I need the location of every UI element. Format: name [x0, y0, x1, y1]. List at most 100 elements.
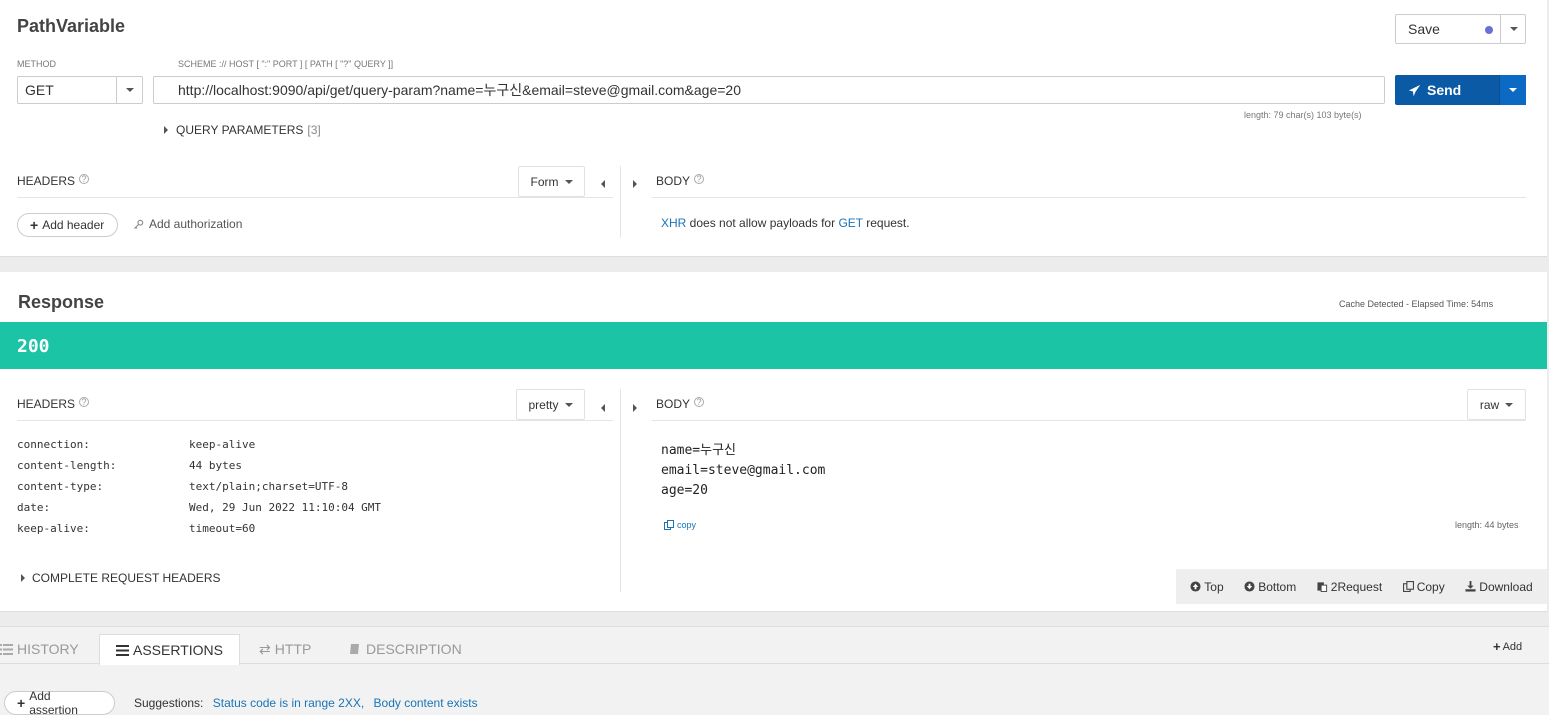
complete-headers-toggle[interactable]: COMPLETE REQUEST HEADERS	[21, 571, 220, 585]
chevron-right-icon	[633, 404, 637, 412]
get-link[interactable]: GET	[838, 216, 862, 230]
copy-response-button[interactable]: Copy	[1402, 580, 1445, 594]
tab-history[interactable]: HISTORY	[0, 634, 79, 664]
cache-info: Cache Detected - Elapsed Time: 54ms	[1339, 299, 1494, 309]
collapse-left-toggle[interactable]	[601, 400, 605, 415]
copy-icon	[1402, 581, 1414, 592]
tab-assertions-label: ASSERTIONS	[133, 642, 223, 658]
scroll-top-button[interactable]: Top	[1190, 579, 1224, 594]
header-key: content-length:	[17, 459, 117, 472]
response-headers-heading: HEADERS?	[17, 397, 90, 411]
collapse-right-toggle[interactable]	[633, 176, 637, 191]
help-icon[interactable]: ?	[694, 174, 705, 184]
response-body-heading: BODY?	[656, 397, 705, 411]
tab-http-label: HTTP	[274, 641, 312, 657]
divider	[652, 420, 1526, 421]
method-value: GET	[25, 82, 54, 98]
response-headers-list: connection: keep-alive content-length: 44 …	[17, 438, 381, 543]
add-authorization-link[interactable]: Add authorization	[133, 217, 242, 231]
body-label: BODY	[656, 397, 691, 411]
body-length-info: length: 44 bytes	[1455, 520, 1519, 530]
method-dropdown-toggle[interactable]	[116, 77, 143, 103]
header-key: date:	[17, 501, 51, 514]
download-button[interactable]: Download	[1465, 580, 1533, 594]
help-icon[interactable]: ?	[694, 397, 705, 407]
method-select[interactable]: GET	[17, 76, 143, 104]
url-format-hint: SCHEME :// HOST [ ":" PORT ] [ PATH [ "?…	[178, 59, 394, 69]
tab-history-label: HISTORY	[17, 641, 79, 657]
headers-format-select[interactable]: pretty	[516, 389, 585, 420]
help-icon[interactable]: ?	[79, 397, 90, 407]
help-icon[interactable]: ?	[79, 174, 90, 184]
divider	[17, 420, 613, 421]
complete-headers-label: COMPLETE REQUEST HEADERS	[32, 571, 221, 585]
header-value: 44 bytes	[189, 459, 242, 472]
suggestion-body-exists[interactable]: Body content exists	[374, 696, 478, 710]
body-label: BODY	[656, 174, 691, 188]
response-title: Response	[18, 292, 105, 312]
chevron-down-icon	[126, 88, 134, 92]
collapse-right-toggle[interactable]	[633, 400, 637, 415]
query-params-label: QUERY PARAMETERS	[176, 123, 304, 137]
headers-label: HEADERS	[17, 174, 76, 188]
save-button[interactable]: Save	[1395, 14, 1526, 44]
divider	[17, 197, 613, 198]
header-row: content-type: text/plain;charset=UTF-8	[17, 480, 381, 501]
query-params-toggle[interactable]: QUERY PARAMETERS [3]	[164, 123, 321, 137]
exchange-icon: ⇄	[259, 640, 271, 657]
tab-description[interactable]: DESCRIPTION	[349, 634, 462, 664]
body-format-value: raw	[1479, 397, 1500, 412]
to-request-button[interactable]: 2Request	[1317, 580, 1382, 594]
suggestion-status-2xx[interactable]: Status code is in range 2XX,	[213, 696, 364, 710]
collapse-left-toggle[interactable]	[601, 176, 605, 191]
copy-body-link[interactable]: copy	[664, 520, 696, 530]
paste-icon	[1317, 582, 1327, 592]
add-header-button[interactable]: + Add header	[17, 213, 118, 237]
plus-icon: +	[17, 695, 26, 711]
body-line: email=steve@gmail.com	[661, 463, 826, 478]
send-button[interactable]: Send	[1395, 75, 1526, 105]
status-code: 200	[17, 336, 50, 357]
send-menu-toggle[interactable]	[1499, 75, 1526, 105]
save-label: Save	[1408, 21, 1440, 37]
bottom-label: Bottom	[1258, 579, 1297, 594]
tab-http[interactable]: ⇄ HTTP	[259, 634, 311, 664]
headers-format-value: pretty	[528, 397, 559, 412]
body-disabled-message: XHR does not allow payloads for GET requ…	[661, 216, 910, 230]
copy-label: copy	[677, 520, 697, 530]
key-icon	[133, 219, 144, 229]
header-row: keep-alive: timeout=60	[17, 522, 381, 543]
xhr-link[interactable]: XHR	[661, 216, 686, 230]
add-assertion-button[interactable]: + Add assertion	[4, 689, 115, 715]
header-value: Wed, 29 Jun 2022 11:10:04 GMT	[189, 501, 382, 514]
headers-mode-select[interactable]: Form	[518, 166, 585, 197]
header-row: content-length: 44 bytes	[17, 459, 381, 480]
request-panel: PathVariable Save METHOD GET SCHEME :// …	[0, 0, 1547, 257]
response-panel: Response Cache Detected - Elapsed Time: …	[0, 272, 1547, 612]
top-label: Top	[1204, 579, 1224, 594]
body-format-select[interactable]: raw	[1467, 389, 1526, 420]
header-row: date: Wed, 29 Jun 2022 11:10:04 GMT	[17, 501, 381, 522]
scroll-bottom-button[interactable]: Bottom	[1244, 580, 1296, 594]
chevron-down-icon	[1509, 27, 1518, 31]
plus-icon: +	[1493, 639, 1501, 654]
copy-icon	[664, 520, 674, 530]
body-message-text: does not allow payloads for	[686, 216, 839, 230]
tab-description-label: DESCRIPTION	[366, 641, 462, 657]
unsaved-dot-icon	[1485, 26, 1493, 34]
add-authorization-label: Add authorization	[149, 217, 243, 231]
chevron-right-icon	[21, 574, 25, 582]
send-label: Send	[1427, 82, 1462, 98]
tab-assertions[interactable]: ASSERTIONS	[99, 634, 240, 665]
query-params-count: [3]	[307, 123, 321, 137]
header-key: connection:	[17, 438, 90, 451]
add-label: Add	[1502, 640, 1523, 653]
suggestions-label: Suggestions:	[134, 696, 204, 710]
add-header-label: Add header	[42, 218, 105, 232]
header-row: connection: keep-alive	[17, 438, 381, 459]
add-tab-button[interactable]: + Add	[1493, 639, 1522, 654]
headers-label: HEADERS	[17, 397, 76, 411]
save-menu-toggle[interactable]	[1500, 15, 1526, 43]
paper-plane-icon	[1408, 84, 1421, 96]
url-input[interactable]: http://localhost:9090/api/get/query-para…	[153, 76, 1385, 104]
